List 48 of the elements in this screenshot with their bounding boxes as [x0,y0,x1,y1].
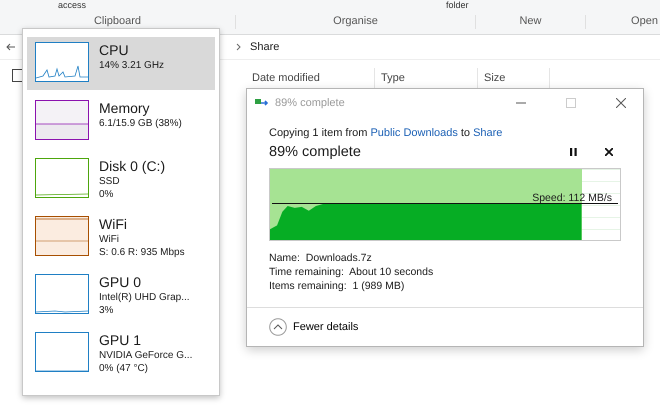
chevron-icon [236,43,242,51]
item-name: GPU 1 [99,332,142,349]
ribbon-group-label: Organise [236,15,476,29]
window-title: 89% complete [275,97,346,109]
performance-item[interactable]: GPU 0 Intel(R) UHD Grap... 3% [27,269,215,322]
detail-text: Name: Downloads.7z [269,251,373,265]
performance-item[interactable]: Disk 0 (C:) SSD 0% [27,153,215,206]
target-link[interactable]: Share [473,127,502,139]
detail-text: Items remaining: 1 (989 MB) [269,279,406,293]
source-link[interactable]: Public Downloads [370,127,458,139]
performance-item[interactable]: CPU 14% 3.21 GHz [27,37,215,90]
item-name: Disk 0 (C:) [99,158,166,175]
detail-text: Time remaining: About 10 seconds [269,265,434,279]
message-text: to [460,127,470,139]
breadcrumb-item[interactable]: Share [250,41,280,53]
maximize-icon [566,98,576,108]
item-detail: 6.1/15.9 GB (38%) [99,117,182,130]
ribbon-label[interactable]: access [58,0,86,11]
performance-item[interactable]: Memory 6.1/15.9 GB (38%) [27,95,215,148]
performance-item[interactable]: GPU 1 NVIDIA GeForce G... 0% (47 °C) [27,327,215,380]
ribbon-group-label: Open [586,15,660,29]
ribbon-group-label: New [476,15,586,29]
back-arrow-icon[interactable] [6,42,16,52]
progress-heading: 89% complete [269,144,362,160]
item-name: WiFi [99,216,128,233]
close-icon [605,148,613,156]
speed-label: Speed: 112 MB/s [532,192,612,204]
ribbon-label[interactable]: folder [446,0,469,11]
fewer-details-button[interactable]: Fewer details [269,318,358,336]
close-icon [616,98,626,108]
item-detail: 14% 3.21 GHz [99,59,164,72]
item-detail: 3% [99,304,114,317]
item-detail: S: 0.6 R: 935 Mbps [99,246,185,259]
item-detail: 0% [99,188,114,201]
item-name: GPU 0 [99,274,142,291]
message-text: Copying 1 item from [269,127,368,139]
item-name: Memory [99,100,151,117]
pause-icon [570,148,576,156]
item-name: CPU [99,42,130,59]
item-detail: NVIDIA GeForce G... [99,349,192,362]
performance-item[interactable]: WiFi WiFi S: 0.6 R: 935 Mbps [27,211,215,264]
minimize-icon [516,102,526,104]
item-detail: WiFi [99,233,120,246]
item-detail: Intel(R) UHD Grap... [99,291,190,304]
chevron-up-circle-icon [269,318,287,336]
copy-icon [255,98,269,108]
item-detail: SSD [99,175,121,188]
item-detail: 0% (47 °C) [99,362,150,375]
